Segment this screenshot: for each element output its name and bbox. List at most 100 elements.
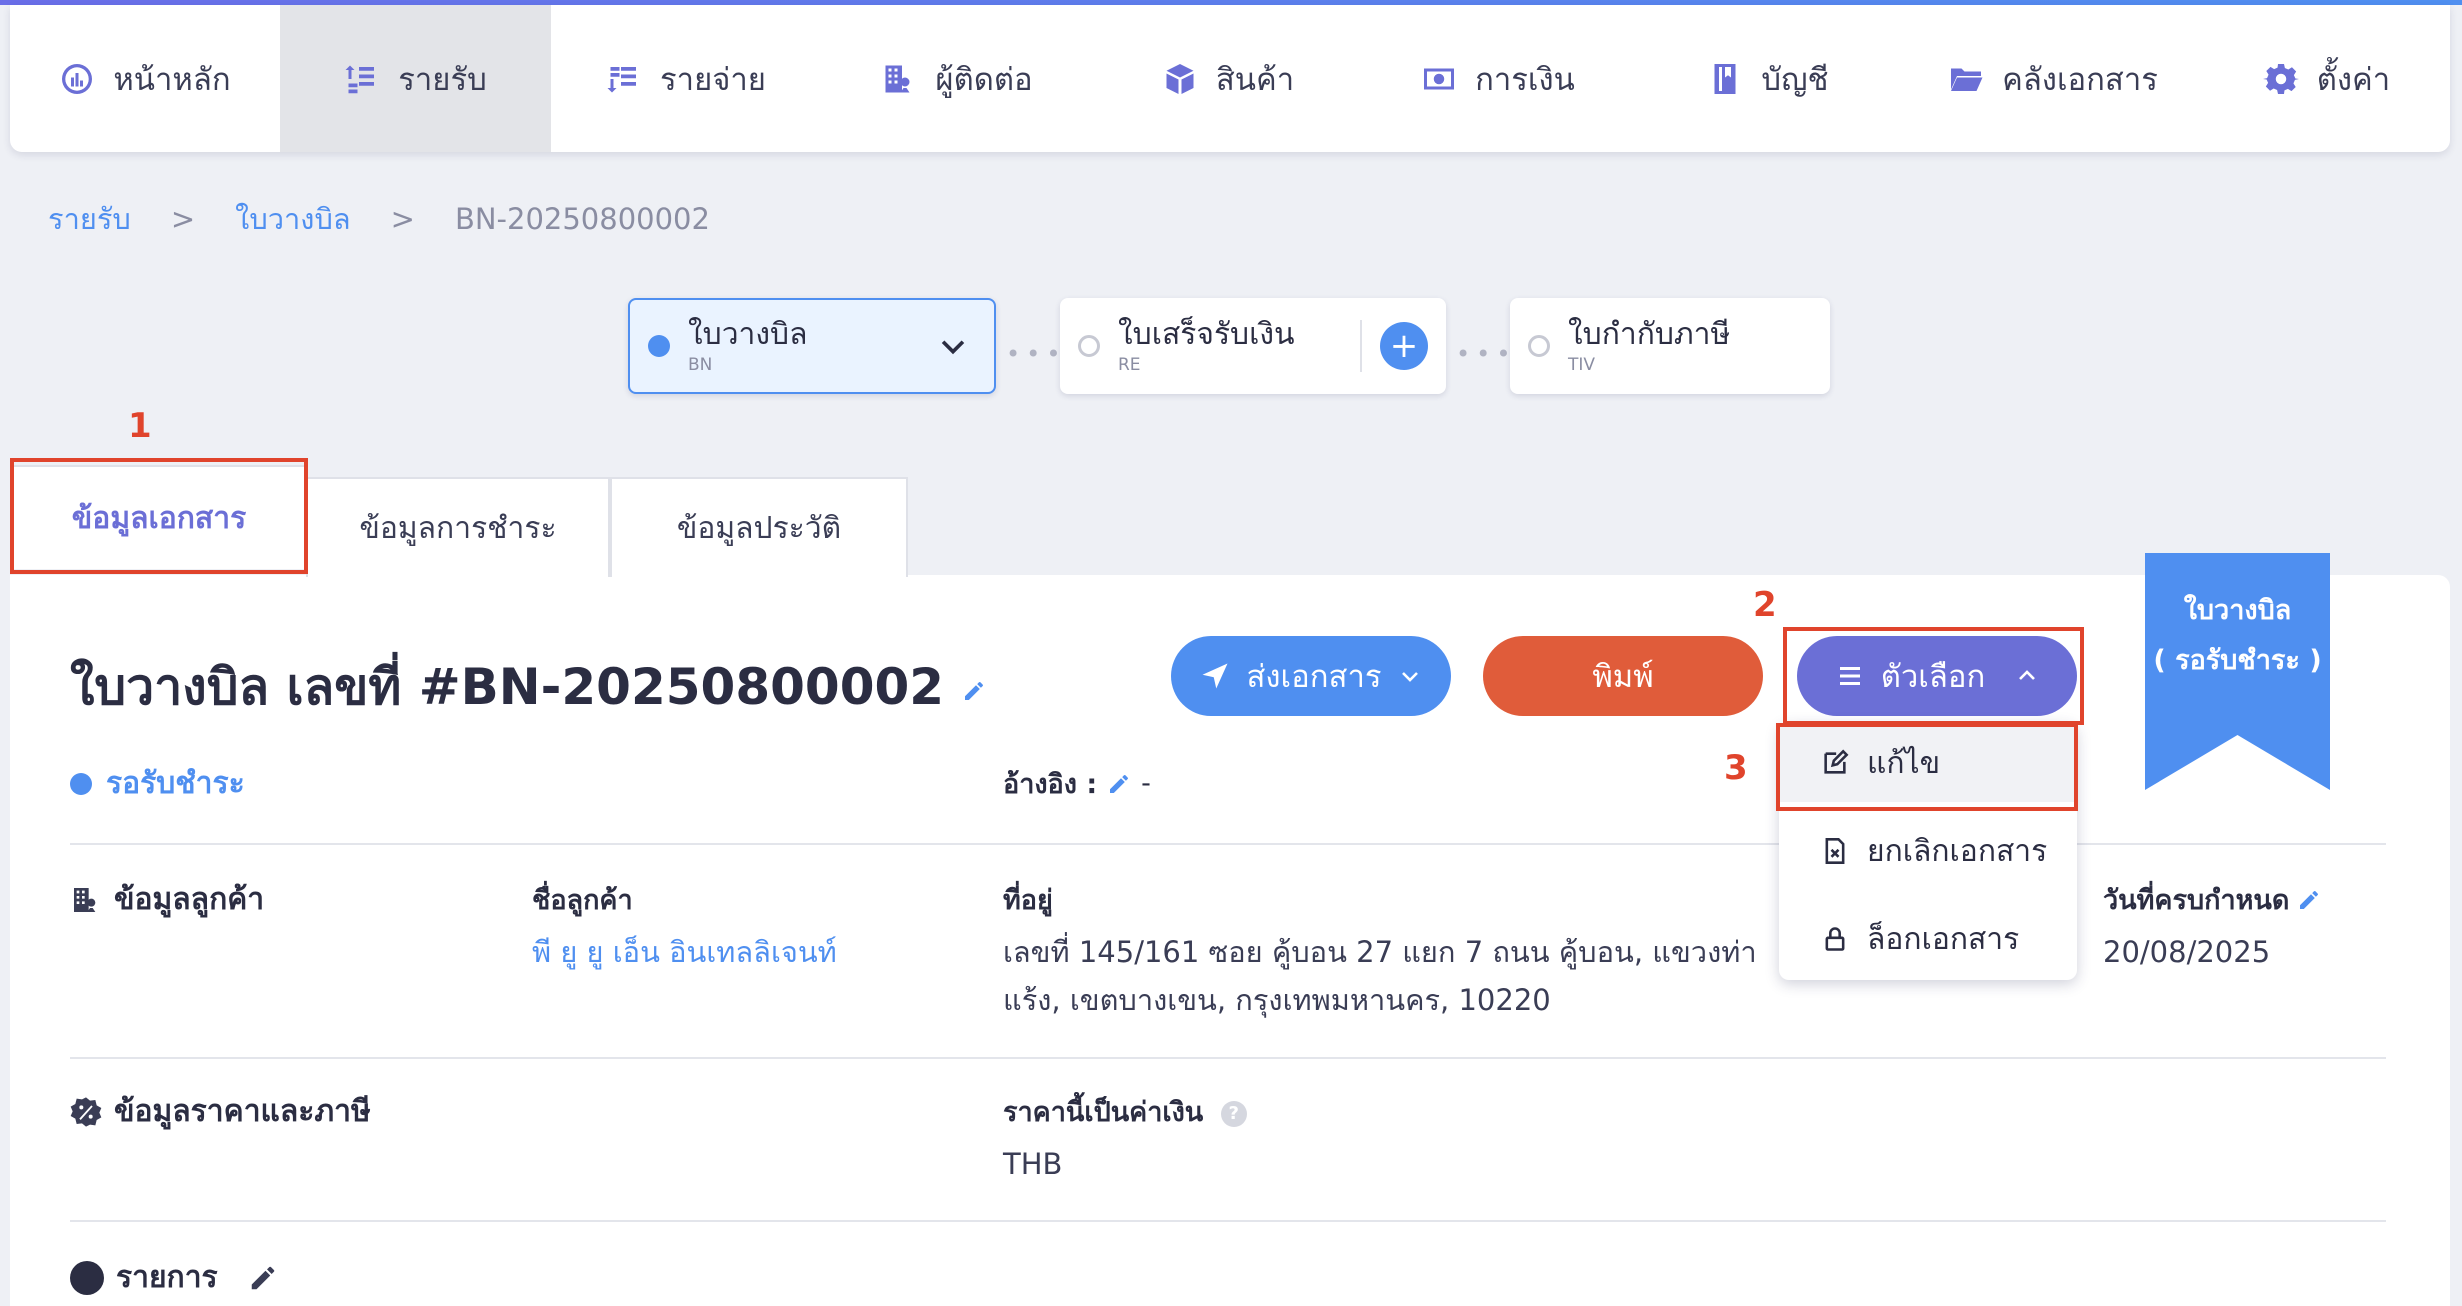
edit-items-icon[interactable]: [248, 1263, 278, 1293]
send-label: ส่งเอกสาร: [1246, 659, 1382, 695]
status-text: รอรับชำระ: [106, 766, 245, 801]
nav-label: รายจ่าย: [660, 61, 766, 98]
menu-item-label: ล็อกเอกสาร: [1867, 921, 2020, 957]
top-nav: หน้าหลัก รายรับ รายจ่าย ผู้ติดต่อ สินค้า…: [10, 5, 2450, 152]
due-date-label: วันที่ครบกำหนด: [2103, 885, 2290, 916]
step-active-dot: [648, 335, 670, 357]
nav-item-income[interactable]: รายรับ: [280, 5, 551, 152]
due-date-field: วันที่ครบกำหนด: [2103, 878, 2321, 921]
nav-label: บัญชี: [1761, 61, 1829, 98]
nav-item-accounting[interactable]: บัญชี: [1633, 5, 1903, 152]
flow-connector: •••: [1006, 340, 1067, 368]
reference-field: อ้างอิง : -: [1003, 762, 1151, 805]
customer-name-link[interactable]: พี ยู ยู เอ็น อินเทลลิเจนท์: [532, 928, 837, 976]
section-title: ข้อมูลลูกค้า: [114, 882, 265, 917]
flow-step-billing[interactable]: ใบวางบิล BN: [628, 298, 996, 394]
flow-step-name: ใบกำกับภาษี: [1568, 316, 1731, 352]
items-dot-icon: [70, 1260, 104, 1295]
status-dot: [70, 772, 92, 795]
lock-icon: [1825, 927, 1845, 951]
tab-history-info[interactable]: ข้อมูลประวัติ: [610, 477, 908, 577]
address-label: ที่อยู่: [1003, 885, 1053, 916]
section-title: รายการ: [116, 1260, 218, 1295]
book-icon: [1714, 63, 1736, 94]
currency-field: ราคานี้เป็นค่าเงิน ?: [1003, 1090, 1247, 1133]
nav-label: สินค้า: [1215, 61, 1295, 98]
nav-item-settings[interactable]: ตั้งค่า: [2203, 5, 2450, 152]
currency-label: ราคานี้เป็นค่าเงิน: [1003, 1097, 1204, 1128]
nav-label: การเงิน: [1475, 61, 1575, 98]
step-pending-dot: [1528, 335, 1550, 357]
chevron-down-icon[interactable]: [936, 329, 970, 363]
gear-icon: [2262, 63, 2299, 94]
send-document-button[interactable]: ส่งเอกสาร: [1171, 636, 1451, 716]
send-icon: [1202, 663, 1228, 689]
breadcrumb-current: BN-20250800002: [454, 202, 710, 236]
ribbon-line1: ใบวางบิล: [2183, 595, 2292, 626]
flow-step-name: ใบเสร็จรับเงิน: [1118, 316, 1295, 352]
document-title: ใบวางบิล เลขที่ #BN-20250800002: [70, 658, 945, 716]
step-pending-dot: [1078, 335, 1100, 357]
nav-item-products[interactable]: สินค้า: [1093, 5, 1363, 152]
nav-label: คลังเอกสาร: [2002, 61, 2158, 98]
nav-item-expense[interactable]: รายจ่าย: [551, 5, 821, 152]
chevron-down-icon: [1401, 672, 1418, 682]
page-title: ใบวางบิล เลขที่ #BN-20250800002: [70, 648, 986, 727]
folder-icon: [1951, 68, 1983, 91]
tab-payment-info[interactable]: ข้อมูลการชำระ: [306, 477, 610, 577]
dashboard-icon: [62, 63, 93, 94]
nav-label: หน้าหลัก: [113, 61, 231, 98]
nav-item-contacts[interactable]: ผู้ติดต่อ: [821, 5, 1093, 152]
breadcrumb-billing[interactable]: ใบวางบิล: [235, 196, 350, 242]
edit-title-icon[interactable]: [962, 679, 986, 703]
print-label: พิมพ์: [1592, 659, 1654, 695]
nav-item-finance[interactable]: การเงิน: [1363, 5, 1633, 152]
section-divider: [70, 1220, 2386, 1222]
divider: [1360, 320, 1362, 372]
reference-value: -: [1141, 768, 1151, 799]
highlight-box-3: [1776, 723, 2078, 811]
reference-label: อ้างอิง :: [1003, 769, 1098, 800]
percent-badge-icon: [70, 1096, 102, 1127]
customer-name-label: ชื่อลูกค้า: [532, 885, 633, 916]
currency-value: THB: [1003, 1147, 1063, 1181]
cancel-doc-icon: [1825, 838, 1845, 864]
flow-step-name: ใบวางบิล: [688, 316, 808, 352]
menu-item-cancel-document[interactable]: ยกเลิกเอกสาร: [1779, 812, 2077, 890]
pricing-section-title: ข้อมูลราคาและภาษี: [70, 1088, 371, 1135]
address-line-1: เลขที่ 145/161 ซอย คู้บอน 27 แยก 7 ถนน ค…: [1003, 935, 1757, 969]
items-section-title: รายการ: [70, 1254, 278, 1301]
breadcrumb-separator: >: [170, 202, 196, 236]
menu-item-lock-document[interactable]: ล็อกเอกสาร: [1779, 900, 2077, 978]
annotation-number-1: 1: [128, 406, 152, 446]
address-line-2: แร้ง, เขตบางเขน, กรุงเทพมหานคร, 10220: [1003, 983, 1551, 1017]
flow-step-code: RE: [1118, 354, 1141, 375]
annotation-number-3: 3: [1724, 748, 1748, 788]
nav-item-home[interactable]: หน้าหลัก: [10, 5, 280, 152]
nav-label: ผู้ติดต่อ: [935, 61, 1033, 98]
edit-due-date-icon[interactable]: [2297, 888, 2321, 912]
breadcrumb-income[interactable]: รายรับ: [48, 196, 131, 242]
income-icon: [345, 65, 375, 93]
status-badge: รอรับชำระ: [70, 760, 245, 807]
menu-item-label: ยกเลิกเอกสาร: [1867, 833, 2048, 869]
breadcrumb: รายรับ > ใบวางบิล > BN-20250800002: [48, 196, 710, 242]
flow-step-tax-invoice[interactable]: ใบกำกับภาษี TIV: [1510, 298, 1830, 394]
print-button[interactable]: พิมพ์: [1483, 636, 1763, 716]
add-receipt-button[interactable]: +: [1380, 322, 1428, 370]
section-divider: [70, 1057, 2386, 1059]
nav-item-documents[interactable]: คลังเอกสาร: [1903, 5, 2203, 152]
money-icon: [1424, 68, 1455, 89]
ribbon-line2: ( รอรับชำระ ): [2153, 645, 2322, 676]
help-icon[interactable]: ?: [1220, 1100, 1247, 1127]
highlight-box-1: [10, 458, 308, 574]
edit-reference-icon[interactable]: [1107, 772, 1131, 796]
flow-connector: •••: [1456, 340, 1517, 368]
due-date-value: 20/08/2025: [2103, 935, 2271, 969]
flow-step-code: TIV: [1568, 354, 1596, 375]
breadcrumb-separator: >: [390, 202, 415, 236]
customer-section-title: ข้อมูลลูกค้า: [70, 876, 264, 923]
contacts-icon: [74, 887, 96, 912]
section-title: ข้อมูลราคาและภาษี: [114, 1094, 371, 1129]
flow-step-receipt[interactable]: ใบเสร็จรับเงิน RE +: [1060, 298, 1446, 394]
